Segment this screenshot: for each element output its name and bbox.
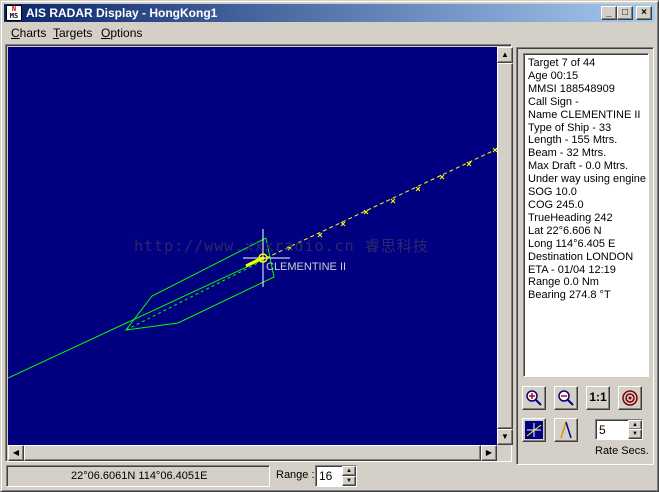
menu-options[interactable]: Options xyxy=(101,26,142,40)
info-true-heading: TrueHeading 242 xyxy=(528,211,613,224)
target-info-box: Target 7 of 44 Age 00:15 MMSI 188548909 … xyxy=(523,53,649,377)
track-marker xyxy=(390,198,396,204)
info-sog: SOG 10.0 xyxy=(528,186,577,199)
app-window: N MS AIS RADAR Display - HongKong1 _ □ ×… xyxy=(0,0,659,492)
watermark: http://www.xxxradio.cn 睿思科技 xyxy=(134,237,429,255)
close-button[interactable]: × xyxy=(636,6,652,20)
spin-up-icon: ▲ xyxy=(632,422,638,428)
range-spinner[interactable]: 16 ▲ ▼ xyxy=(315,465,357,487)
info-beam: Beam - 32 Mtrs. xyxy=(528,147,607,160)
zoom-in-button[interactable] xyxy=(522,386,546,410)
info-target-index: Target 7 of 44 xyxy=(528,57,596,69)
zoom-out-button[interactable] xyxy=(554,386,578,410)
scroll-up-icon: ▲ xyxy=(501,50,509,59)
track-marker xyxy=(439,174,445,180)
vector-icon xyxy=(560,421,572,439)
scroll-down-icon: ▼ xyxy=(501,432,509,441)
rate-value[interactable]: 5 xyxy=(599,423,606,437)
reset-zoom-label: 1:1 xyxy=(589,390,607,404)
maximize-icon: □ xyxy=(621,7,629,18)
scroll-right-button[interactable]: ▶ xyxy=(481,445,497,461)
radar-frame: http://www.xxxradio.cn 睿思科技 CLEMENTINE I… xyxy=(5,44,513,462)
info-range: Range 0.0 Nm xyxy=(528,276,599,289)
info-age: Age 00:15 xyxy=(528,69,579,82)
info-ship-type: Type of Ship - 33 xyxy=(528,121,612,134)
vertical-scroll-thumb[interactable] xyxy=(497,63,513,429)
radar-display[interactable]: http://www.xxxradio.cn 睿思科技 CLEMENTINE I… xyxy=(8,47,497,445)
close-icon: × xyxy=(641,7,647,18)
spin-up-icon: ▲ xyxy=(346,468,352,474)
chart-grid-button[interactable] xyxy=(522,418,546,442)
spin-down-icon: ▼ xyxy=(632,431,638,437)
info-bearing: Bearing 274.8 °T xyxy=(528,289,611,302)
title-bar[interactable]: N MS AIS RADAR Display - HongKong1 _ □ × xyxy=(4,4,655,22)
scroll-up-button[interactable]: ▲ xyxy=(497,47,513,63)
menu-targets[interactable]: Targets xyxy=(53,26,92,40)
zoom-in-icon xyxy=(526,390,542,406)
window-title: AIS RADAR Display - HongKong1 xyxy=(26,6,218,20)
reset-zoom-button[interactable]: 1:1 xyxy=(586,386,610,410)
scroll-down-button[interactable]: ▼ xyxy=(497,429,513,445)
range-value[interactable]: 16 xyxy=(319,469,332,483)
target-center xyxy=(261,256,265,260)
menu-options-accel: O xyxy=(101,26,111,40)
rate-down-button[interactable]: ▼ xyxy=(628,429,642,439)
ship-centerline xyxy=(125,260,263,331)
info-mmsi: MMSI 188548909 xyxy=(528,82,615,95)
range-label: Range : xyxy=(276,469,315,481)
track-marker xyxy=(340,221,346,227)
target-button[interactable] xyxy=(618,386,642,410)
menu-charts-label: harts xyxy=(19,26,47,40)
rate-label: Rate Secs. xyxy=(595,445,649,457)
minimize-button[interactable]: _ xyxy=(601,6,617,20)
range-down-button[interactable]: ▼ xyxy=(342,476,356,486)
info-max-draft: Max Draft - 0.0 Mtrs. xyxy=(528,160,629,173)
rate-spinner[interactable]: 5 ▲ ▼ xyxy=(595,419,643,440)
info-eta: ETA - 01/04 12:19 xyxy=(528,263,616,276)
app-icon-bottom-text: MS xyxy=(9,12,19,20)
scroll-right-icon: ▶ xyxy=(485,448,493,457)
info-cog: COG 245.0 xyxy=(528,198,584,211)
zoom-out-icon xyxy=(558,390,574,406)
menu-bar: Charts Targets Options xyxy=(4,23,655,42)
vector-button[interactable] xyxy=(554,418,578,442)
info-call-sign: Call Sign - xyxy=(528,95,579,108)
menu-options-label: ptions xyxy=(110,26,143,40)
range-up-button[interactable]: ▲ xyxy=(342,466,356,476)
scroll-left-button[interactable]: ◀ xyxy=(8,445,24,461)
menu-charts[interactable]: Charts xyxy=(11,26,46,40)
info-lat: Lat 22°6.606 N xyxy=(528,224,602,237)
info-long: Long 114°6.405 E xyxy=(528,237,616,250)
status-bar: 22°06.6061N 114°06.4051E Range : 16 ▲ ▼ xyxy=(4,463,655,489)
horizontal-scroll-thumb[interactable] xyxy=(24,445,481,461)
target-info-panel: Target 7 of 44 Age 00:15 MMSI 188548909 … xyxy=(516,47,654,465)
chart-grid-icon xyxy=(525,421,543,439)
maximize-button[interactable]: □ xyxy=(617,6,633,20)
minimize-icon: _ xyxy=(606,7,612,18)
info-name: Name CLEMENTINE II xyxy=(528,108,641,121)
info-length: Length - 155 Mtrs. xyxy=(528,134,618,147)
app-icon[interactable]: N MS xyxy=(6,5,22,21)
spin-down-icon: ▼ xyxy=(346,478,352,484)
own-heading-line xyxy=(8,257,267,379)
menu-targets-label: argets xyxy=(59,26,93,40)
vertical-scrollbar[interactable]: ▲ ▼ xyxy=(497,47,513,445)
info-destination: Destination LONDON xyxy=(528,250,634,263)
menu-charts-accel: C xyxy=(11,26,20,40)
scroll-left-icon: ◀ xyxy=(12,448,20,457)
info-nav-status: Under way using engine xyxy=(528,173,647,186)
horizontal-scrollbar[interactable]: ◀ ▶ xyxy=(8,445,497,461)
target-icon xyxy=(622,390,638,406)
ship-name-label: CLEMENTINE II xyxy=(266,261,347,273)
track-marker xyxy=(415,186,421,192)
coordinates-readout: 22°06.6061N 114°06.4051E xyxy=(6,465,270,487)
